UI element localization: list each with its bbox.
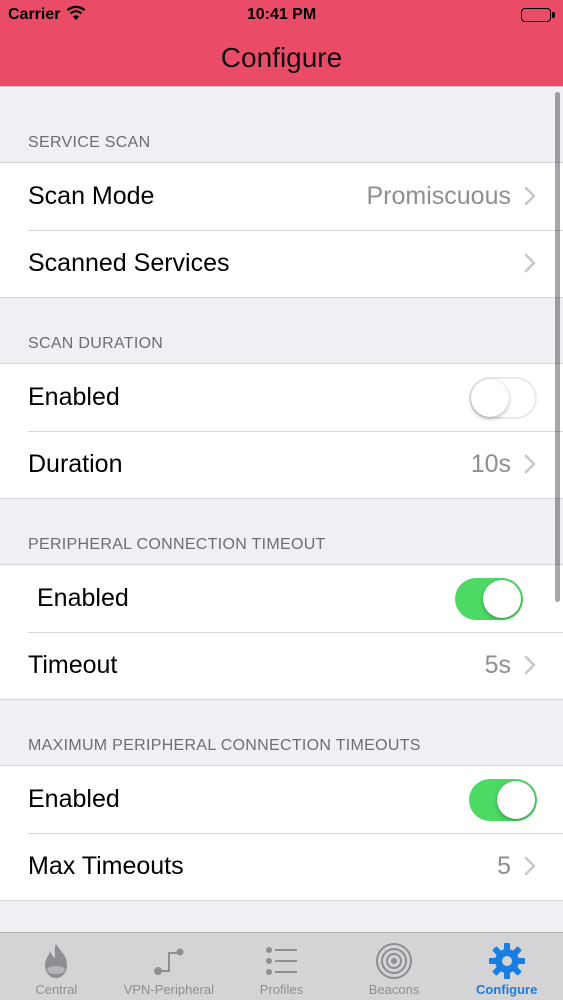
clock: 10:41 PM — [246, 6, 317, 23]
chevron-right-icon — [524, 454, 536, 474]
tab-bar: Central VPN-Peripheral Profiles Beacons — [0, 932, 563, 1000]
chevron-right-icon — [524, 186, 536, 206]
gear-icon — [488, 943, 525, 979]
scroll-indicator[interactable] — [555, 92, 560, 602]
battery-icon — [521, 8, 555, 22]
scan-mode-label: Scan Mode — [28, 182, 155, 210]
group-peripheral-connection-timeout: Enabled Timeout 5s — [0, 564, 563, 700]
section-header-scan-duration: SCAN DURATION — [28, 335, 164, 352]
timeout-value: 5s — [484, 651, 511, 679]
group-scan-duration: Enabled Duration 10s — [0, 363, 563, 499]
tab-profiles[interactable]: Profiles — [225, 933, 338, 1000]
scan-mode-row[interactable]: Scan Mode Promiscuous — [0, 163, 563, 230]
chevron-right-icon — [524, 253, 536, 273]
scanned-services-row[interactable]: Scanned Services — [0, 230, 563, 297]
section-header-service-scan: SERVICE SCAN — [28, 134, 151, 151]
connection-timeout-enabled-label: Enabled — [37, 584, 129, 612]
tab-beacons[interactable]: Beacons — [338, 933, 451, 1000]
max-timeouts-label: Max Timeouts — [28, 852, 184, 880]
scan-duration-enabled-row: Enabled — [0, 364, 563, 431]
max-timeouts-toggle[interactable] — [469, 778, 537, 821]
navigation-bar: Configure — [0, 30, 563, 87]
max-timeouts-row[interactable]: Max Timeouts 5 — [0, 833, 563, 900]
beacon-icon — [376, 943, 413, 979]
tab-vpn-peripheral[interactable]: VPN-Peripheral — [113, 933, 226, 1000]
timeout-label: Timeout — [28, 651, 118, 679]
tab-label: Configure — [475, 982, 538, 997]
tab-configure[interactable]: Configure — [450, 933, 563, 1000]
list-icon — [266, 947, 298, 975]
flame-icon — [45, 944, 68, 978]
connection-timeout-enabled-row: Enabled — [0, 565, 563, 632]
scan-mode-value: Promiscuous — [366, 182, 512, 210]
tab-label: VPN-Peripheral — [123, 982, 215, 997]
tab-label: Profiles — [259, 982, 304, 997]
tab-label: Beacons — [368, 982, 420, 997]
chevron-right-icon — [524, 856, 536, 876]
section-header-max-connection-timeouts: MAXIMUM PERIPHERAL CONNECTION TIMEOUTS — [28, 737, 421, 754]
timeout-row[interactable]: Timeout 5s — [0, 632, 563, 699]
max-timeouts-value: 5 — [497, 852, 511, 880]
group-max-connection-timeouts: Enabled Max Timeouts 5 — [0, 765, 563, 901]
scan-duration-enabled-label: Enabled — [28, 383, 120, 411]
page-title: Configure — [220, 42, 343, 73]
tab-central[interactable]: Central — [0, 933, 113, 1000]
chevron-right-icon — [524, 655, 536, 675]
tab-label: Central — [35, 982, 78, 997]
scanned-services-label: Scanned Services — [28, 249, 230, 277]
duration-value: 10s — [470, 450, 511, 478]
duration-label: Duration — [28, 450, 123, 478]
duration-row[interactable]: Duration 10s — [0, 431, 563, 498]
section-header-peripheral-connection-timeout: PERIPHERAL CONNECTION TIMEOUT — [28, 536, 326, 553]
peripheral-icon — [153, 948, 184, 975]
max-timeouts-enabled-label: Enabled — [28, 785, 120, 813]
settings-table[interactable]: SERVICE SCAN Scan Mode Promiscuous Scann… — [0, 88, 563, 932]
max-timeouts-enabled-row: Enabled — [0, 766, 563, 833]
connection-timeout-toggle[interactable] — [455, 577, 523, 620]
group-service-scan: Scan Mode Promiscuous Scanned Services — [0, 162, 563, 298]
status-bar: Carrier 10:41 PM — [0, 0, 563, 30]
scan-duration-toggle[interactable] — [469, 376, 537, 419]
